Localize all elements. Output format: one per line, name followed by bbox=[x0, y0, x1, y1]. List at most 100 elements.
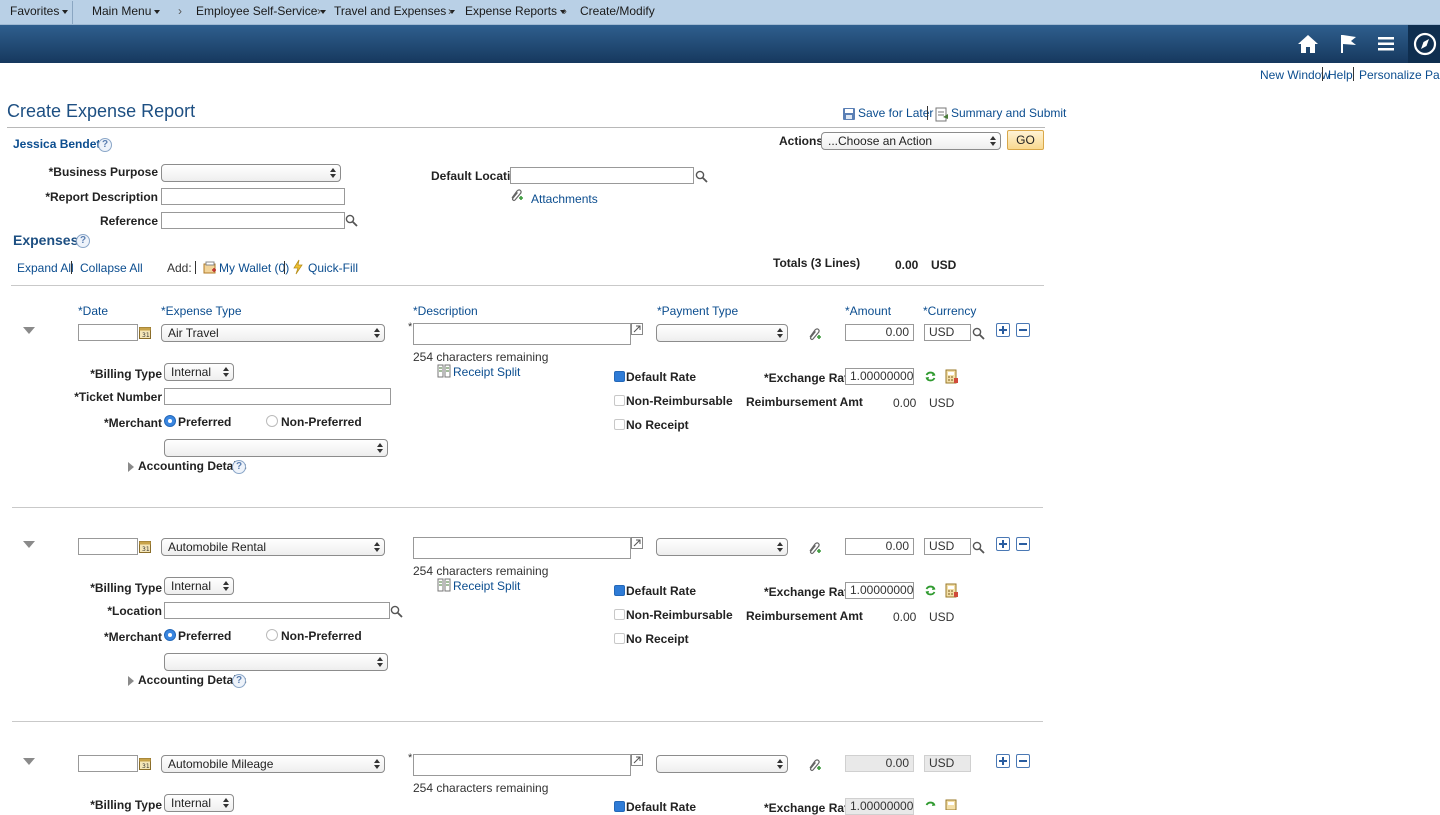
payment-type-select[interactable] bbox=[656, 538, 788, 556]
receipt-split-link[interactable]: Receipt Split bbox=[453, 365, 520, 379]
personalize-page-link[interactable]: Personalize Page bbox=[1359, 68, 1440, 82]
date-input[interactable] bbox=[78, 324, 138, 341]
report-description-input[interactable] bbox=[161, 188, 345, 205]
collapse-all-link[interactable]: Collapse All bbox=[80, 261, 143, 275]
calculator-icon[interactable] bbox=[945, 369, 959, 384]
expand-text-icon[interactable] bbox=[631, 537, 643, 549]
non-reimbursable-checkbox[interactable] bbox=[614, 609, 625, 620]
refresh-icon[interactable] bbox=[924, 584, 937, 597]
collapse-line-icon[interactable] bbox=[23, 758, 35, 765]
currency-input[interactable]: USD bbox=[924, 538, 971, 555]
summary-and-submit-link[interactable]: Summary and Submit bbox=[951, 106, 1066, 120]
new-window-link[interactable]: New Window bbox=[1260, 68, 1330, 82]
employee-name[interactable]: Jessica Bendetto bbox=[13, 137, 112, 151]
amount-input[interactable]: 0.00 bbox=[845, 538, 914, 555]
billing-type-select[interactable]: Internal bbox=[164, 794, 234, 812]
business-purpose-select[interactable] bbox=[161, 164, 341, 182]
default-rate-checkbox[interactable] bbox=[614, 585, 625, 596]
description-textarea[interactable] bbox=[413, 323, 631, 345]
collapse-line-icon[interactable] bbox=[23, 541, 35, 548]
receipt-split-icon[interactable] bbox=[437, 578, 451, 592]
attachments-link[interactable]: Attachments bbox=[531, 192, 598, 206]
search-icon[interactable] bbox=[695, 170, 708, 183]
merchant-select[interactable] bbox=[164, 439, 388, 457]
lightning-icon[interactable] bbox=[292, 259, 304, 275]
save-for-later-link[interactable]: Save for Later bbox=[858, 106, 933, 120]
refresh-icon[interactable] bbox=[924, 800, 937, 810]
delete-line-button[interactable] bbox=[1016, 537, 1030, 551]
home-icon[interactable] bbox=[1294, 30, 1322, 58]
main-menu[interactable]: Main Menu bbox=[92, 4, 161, 18]
add-line-button[interactable] bbox=[996, 754, 1010, 768]
menu-icon[interactable] bbox=[1372, 30, 1400, 58]
refresh-icon[interactable] bbox=[924, 370, 937, 383]
help-icon[interactable]: ? bbox=[232, 460, 246, 474]
attachment-icon[interactable] bbox=[807, 327, 822, 342]
expense-type-select[interactable]: Automobile Rental bbox=[161, 538, 385, 556]
no-receipt-checkbox[interactable] bbox=[614, 419, 625, 430]
merchant-non-preferred-radio[interactable] bbox=[266, 629, 278, 641]
no-receipt-checkbox[interactable] bbox=[614, 633, 625, 644]
default-rate-checkbox[interactable] bbox=[614, 801, 625, 812]
flag-icon[interactable] bbox=[1334, 30, 1362, 58]
calculator-icon[interactable] bbox=[945, 799, 959, 810]
expand-accounting-icon[interactable] bbox=[128, 676, 134, 686]
calendar-icon[interactable]: 31 bbox=[139, 326, 151, 339]
go-button[interactable]: GO bbox=[1007, 130, 1044, 150]
accounting-details-label[interactable]: Accounting Details bbox=[138, 459, 247, 473]
collapse-line-icon[interactable] bbox=[23, 327, 35, 334]
save-icon[interactable] bbox=[842, 107, 856, 121]
actions-select[interactable]: ...Choose an Action bbox=[821, 132, 1001, 150]
expand-accounting-icon[interactable] bbox=[128, 462, 134, 472]
breadcrumb-create-modify[interactable]: Create/Modify bbox=[580, 4, 655, 18]
quick-fill-link[interactable]: Quick-Fill bbox=[308, 261, 358, 275]
help-icon[interactable]: ? bbox=[232, 674, 246, 688]
delete-line-button[interactable] bbox=[1016, 754, 1030, 768]
exchange-rate-input[interactable]: 1.00000000 bbox=[845, 368, 914, 385]
my-wallet-link[interactable]: My Wallet (0) bbox=[219, 261, 289, 275]
add-line-button[interactable] bbox=[996, 537, 1010, 551]
expense-type-select[interactable]: Air Travel bbox=[161, 324, 385, 342]
description-textarea[interactable] bbox=[413, 754, 631, 776]
calendar-icon[interactable]: 31 bbox=[139, 757, 151, 770]
date-input[interactable] bbox=[78, 538, 138, 555]
amount-input[interactable]: 0.00 bbox=[845, 324, 914, 341]
reference-input[interactable] bbox=[161, 212, 345, 229]
attachment-icon[interactable] bbox=[509, 188, 524, 203]
breadcrumb-employee-self-service[interactable]: Employee Self-Service bbox=[196, 4, 327, 18]
expand-text-icon[interactable] bbox=[631, 323, 643, 335]
default-location-input[interactable] bbox=[510, 167, 694, 184]
merchant-non-preferred-radio[interactable] bbox=[266, 415, 278, 427]
merchant-preferred-radio[interactable] bbox=[164, 629, 176, 641]
help-icon[interactable]: ? bbox=[98, 138, 112, 152]
billing-type-select[interactable]: Internal bbox=[164, 363, 234, 381]
add-line-button[interactable] bbox=[996, 323, 1010, 337]
exchange-rate-input[interactable]: 1.00000000 bbox=[845, 582, 914, 599]
favorites-menu[interactable]: Favorites bbox=[10, 4, 69, 18]
help-icon[interactable]: ? bbox=[76, 234, 90, 248]
search-icon[interactable] bbox=[972, 327, 985, 340]
payment-type-select[interactable] bbox=[656, 755, 788, 773]
billing-type-select[interactable]: Internal bbox=[164, 577, 234, 595]
expand-all-link[interactable]: Expand All bbox=[17, 261, 74, 275]
wallet-icon[interactable] bbox=[203, 261, 217, 275]
currency-input[interactable]: USD bbox=[924, 324, 971, 341]
search-icon[interactable] bbox=[345, 214, 358, 227]
expand-text-icon[interactable] bbox=[631, 754, 643, 766]
breadcrumb-travel-and-expenses[interactable]: Travel and Expenses bbox=[334, 4, 456, 18]
breadcrumb-expense-reports[interactable]: Expense Reports bbox=[465, 4, 567, 18]
calculator-icon[interactable] bbox=[945, 583, 959, 598]
attachment-icon[interactable] bbox=[807, 541, 822, 556]
attachment-icon[interactable] bbox=[807, 758, 822, 773]
merchant-select[interactable] bbox=[164, 653, 388, 671]
expense-type-select[interactable]: Automobile Mileage bbox=[161, 755, 385, 773]
delete-line-button[interactable] bbox=[1016, 323, 1030, 337]
compass-icon[interactable] bbox=[1411, 30, 1439, 58]
summary-document-icon[interactable] bbox=[935, 107, 949, 122]
accounting-details-label[interactable]: Accounting Details bbox=[138, 673, 247, 687]
search-icon[interactable] bbox=[390, 605, 403, 618]
calendar-icon[interactable]: 31 bbox=[139, 540, 151, 553]
non-reimbursable-checkbox[interactable] bbox=[614, 395, 625, 406]
help-link[interactable]: Help bbox=[1328, 68, 1353, 82]
receipt-split-link[interactable]: Receipt Split bbox=[453, 579, 520, 593]
